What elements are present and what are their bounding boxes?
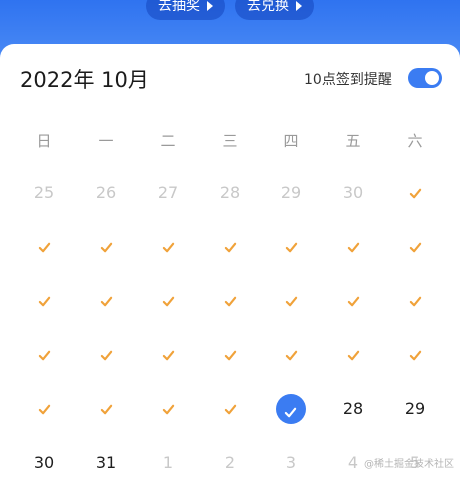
checked-day[interactable] [148, 394, 188, 424]
checked-day[interactable] [395, 340, 435, 370]
checkmark-icon [285, 345, 298, 364]
play-arrow-icon [296, 1, 302, 11]
today-checked-day[interactable] [276, 394, 306, 424]
checked-day[interactable] [210, 232, 250, 262]
checked-day[interactable] [271, 232, 311, 262]
checked-day[interactable] [333, 340, 373, 370]
checkmark-icon [409, 291, 422, 310]
checkmark-icon [409, 237, 422, 256]
checked-day[interactable] [24, 286, 64, 316]
checkmark-icon [100, 237, 113, 256]
checkmark-icon [284, 402, 297, 421]
checkmark-icon [162, 345, 175, 364]
checkmark-icon [100, 345, 113, 364]
calendar-day[interactable]: 29 [395, 394, 435, 424]
checkmark-icon [162, 291, 175, 310]
checked-day[interactable] [86, 394, 126, 424]
calendar-day[interactable]: 29 [271, 178, 311, 208]
checked-day[interactable] [24, 340, 64, 370]
calendar-day[interactable]: 2 [210, 448, 250, 478]
calendar-day[interactable]: 28 [333, 394, 373, 424]
checkmark-icon [224, 291, 237, 310]
checkmark-icon [162, 399, 175, 418]
checkmark-icon [285, 237, 298, 256]
reminder-label: 10点签到提醒 [304, 72, 392, 88]
checkmark-icon [38, 399, 51, 418]
weekday-label: 二 [160, 132, 176, 150]
checkmark-icon [409, 345, 422, 364]
lottery-button[interactable]: 去抽奖 [146, 0, 225, 20]
checkmark-icon [409, 183, 422, 202]
checked-day[interactable] [271, 340, 311, 370]
checkmark-icon [162, 237, 175, 256]
weekday-label: 日 [36, 132, 52, 150]
checked-day[interactable] [210, 286, 250, 316]
checked-day[interactable] [24, 232, 64, 262]
weekday-label: 五 [345, 132, 361, 150]
calendar-day[interactable]: 28 [210, 178, 250, 208]
checkmark-icon [224, 345, 237, 364]
reminder-toggle[interactable] [408, 68, 442, 88]
weekday-label: 三 [222, 132, 238, 150]
checked-day[interactable] [86, 232, 126, 262]
watermark: @稀土掘金技术社区 [364, 459, 454, 470]
exchange-label: 去兑换 [247, 0, 289, 14]
checkmark-icon [38, 237, 51, 256]
calendar-day[interactable]: 25 [24, 178, 64, 208]
checked-day[interactable] [210, 340, 250, 370]
checked-day[interactable] [148, 286, 188, 316]
calendar-day[interactable]: 27 [148, 178, 188, 208]
checked-day[interactable] [333, 232, 373, 262]
checkmark-icon [224, 237, 237, 256]
weekday-label: 一 [98, 132, 114, 150]
checkmark-icon [100, 399, 113, 418]
checked-day[interactable] [148, 340, 188, 370]
checkmark-icon [285, 291, 298, 310]
checked-day[interactable] [148, 232, 188, 262]
checkmark-icon [38, 345, 51, 364]
month-title: 2022年 10月 [20, 68, 149, 92]
checked-day[interactable] [86, 286, 126, 316]
calendar-day[interactable]: 30 [24, 448, 64, 478]
calendar-day[interactable]: 26 [86, 178, 126, 208]
weekday-label: 四 [283, 132, 299, 150]
calendar-day[interactable]: 31 [86, 448, 126, 478]
checked-day[interactable] [395, 232, 435, 262]
checked-day[interactable] [86, 340, 126, 370]
checked-day[interactable] [210, 394, 250, 424]
weekday-label: 六 [407, 132, 423, 150]
lottery-label: 去抽奖 [158, 0, 200, 14]
checkmark-icon [347, 291, 360, 310]
exchange-button[interactable]: 去兑换 [235, 0, 314, 20]
checked-day[interactable] [271, 286, 311, 316]
checkmark-icon [38, 291, 51, 310]
calendar-day[interactable]: 30 [333, 178, 373, 208]
checkmark-icon [347, 345, 360, 364]
calendar-card: 2022年 10月 10点签到提醒 日 一 二 三 四 五 六 25 26 27 28 29 30 28… [0, 44, 460, 474]
checkmark-icon [347, 237, 360, 256]
checkmark-icon [224, 399, 237, 418]
play-arrow-icon [207, 1, 213, 11]
calendar-day[interactable]: 1 [148, 448, 188, 478]
toggle-knob [425, 71, 439, 85]
checked-day[interactable] [333, 286, 373, 316]
checkmark-icon [100, 291, 113, 310]
checked-day[interactable] [395, 286, 435, 316]
calendar-day[interactable]: 3 [271, 448, 311, 478]
checked-day[interactable] [24, 394, 64, 424]
checked-day[interactable] [395, 178, 435, 208]
